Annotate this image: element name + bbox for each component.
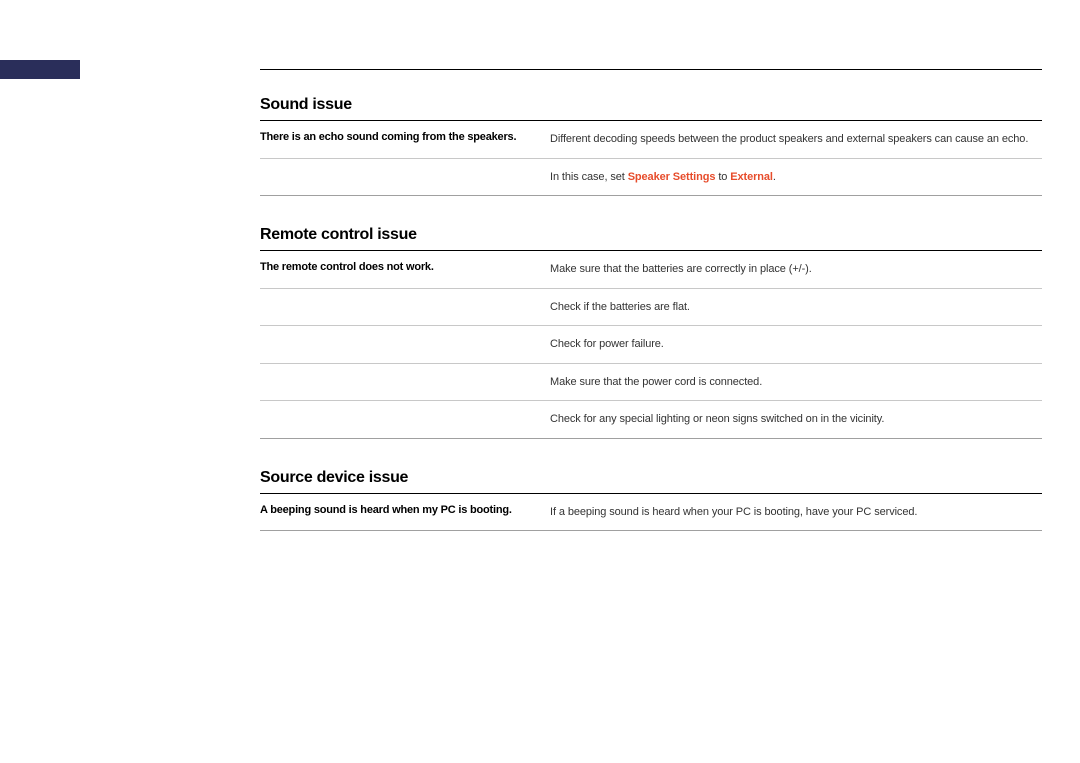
- section-title-remote: Remote control issue: [260, 226, 1042, 251]
- problem-text: [260, 289, 550, 326]
- solution-text: Check if the batteries are flat.: [550, 289, 1042, 326]
- table-row: Check for power failure.: [260, 326, 1042, 364]
- solution-text: Different decoding speeds between the pr…: [550, 121, 1042, 158]
- header-accent-bar: [0, 60, 80, 79]
- table-row: In this case, set Speaker Settings to Ex…: [260, 159, 1042, 197]
- table-row: Check for any special lighting or neon s…: [260, 401, 1042, 439]
- highlight-text: External: [730, 171, 773, 183]
- solution-text: If a beeping sound is heard when your PC…: [550, 494, 1042, 531]
- table-row: A beeping sound is heard when my PC is b…: [260, 494, 1042, 532]
- troubleshooting-content: Sound issue There is an echo sound comin…: [260, 96, 1042, 531]
- table-row: There is an echo sound coming from the s…: [260, 121, 1042, 159]
- problem-text: [260, 326, 550, 363]
- problem-text: [260, 401, 550, 438]
- problem-text: There is an echo sound coming from the s…: [260, 121, 550, 158]
- solution-suffix: .: [773, 171, 776, 183]
- table-row: Check if the batteries are flat.: [260, 289, 1042, 327]
- solution-text: Check for any special lighting or neon s…: [550, 401, 1042, 438]
- problem-text: [260, 159, 550, 196]
- section-title-source: Source device issue: [260, 469, 1042, 494]
- solution-text: In this case, set Speaker Settings to Ex…: [550, 159, 1042, 196]
- table-row: The remote control does not work. Make s…: [260, 251, 1042, 289]
- solution-mid: to: [715, 171, 730, 183]
- problem-text: [260, 364, 550, 401]
- header-rule: [260, 69, 1042, 70]
- problem-text: A beeping sound is heard when my PC is b…: [260, 494, 550, 531]
- solution-text: Make sure that the batteries are correct…: [550, 251, 1042, 288]
- solution-text: Make sure that the power cord is connect…: [550, 364, 1042, 401]
- problem-text: The remote control does not work.: [260, 251, 550, 288]
- section-title-sound: Sound issue: [260, 96, 1042, 121]
- highlight-text: Speaker Settings: [628, 171, 716, 183]
- table-row: Make sure that the power cord is connect…: [260, 364, 1042, 402]
- solution-prefix: In this case, set: [550, 171, 628, 183]
- solution-text: Check for power failure.: [550, 326, 1042, 363]
